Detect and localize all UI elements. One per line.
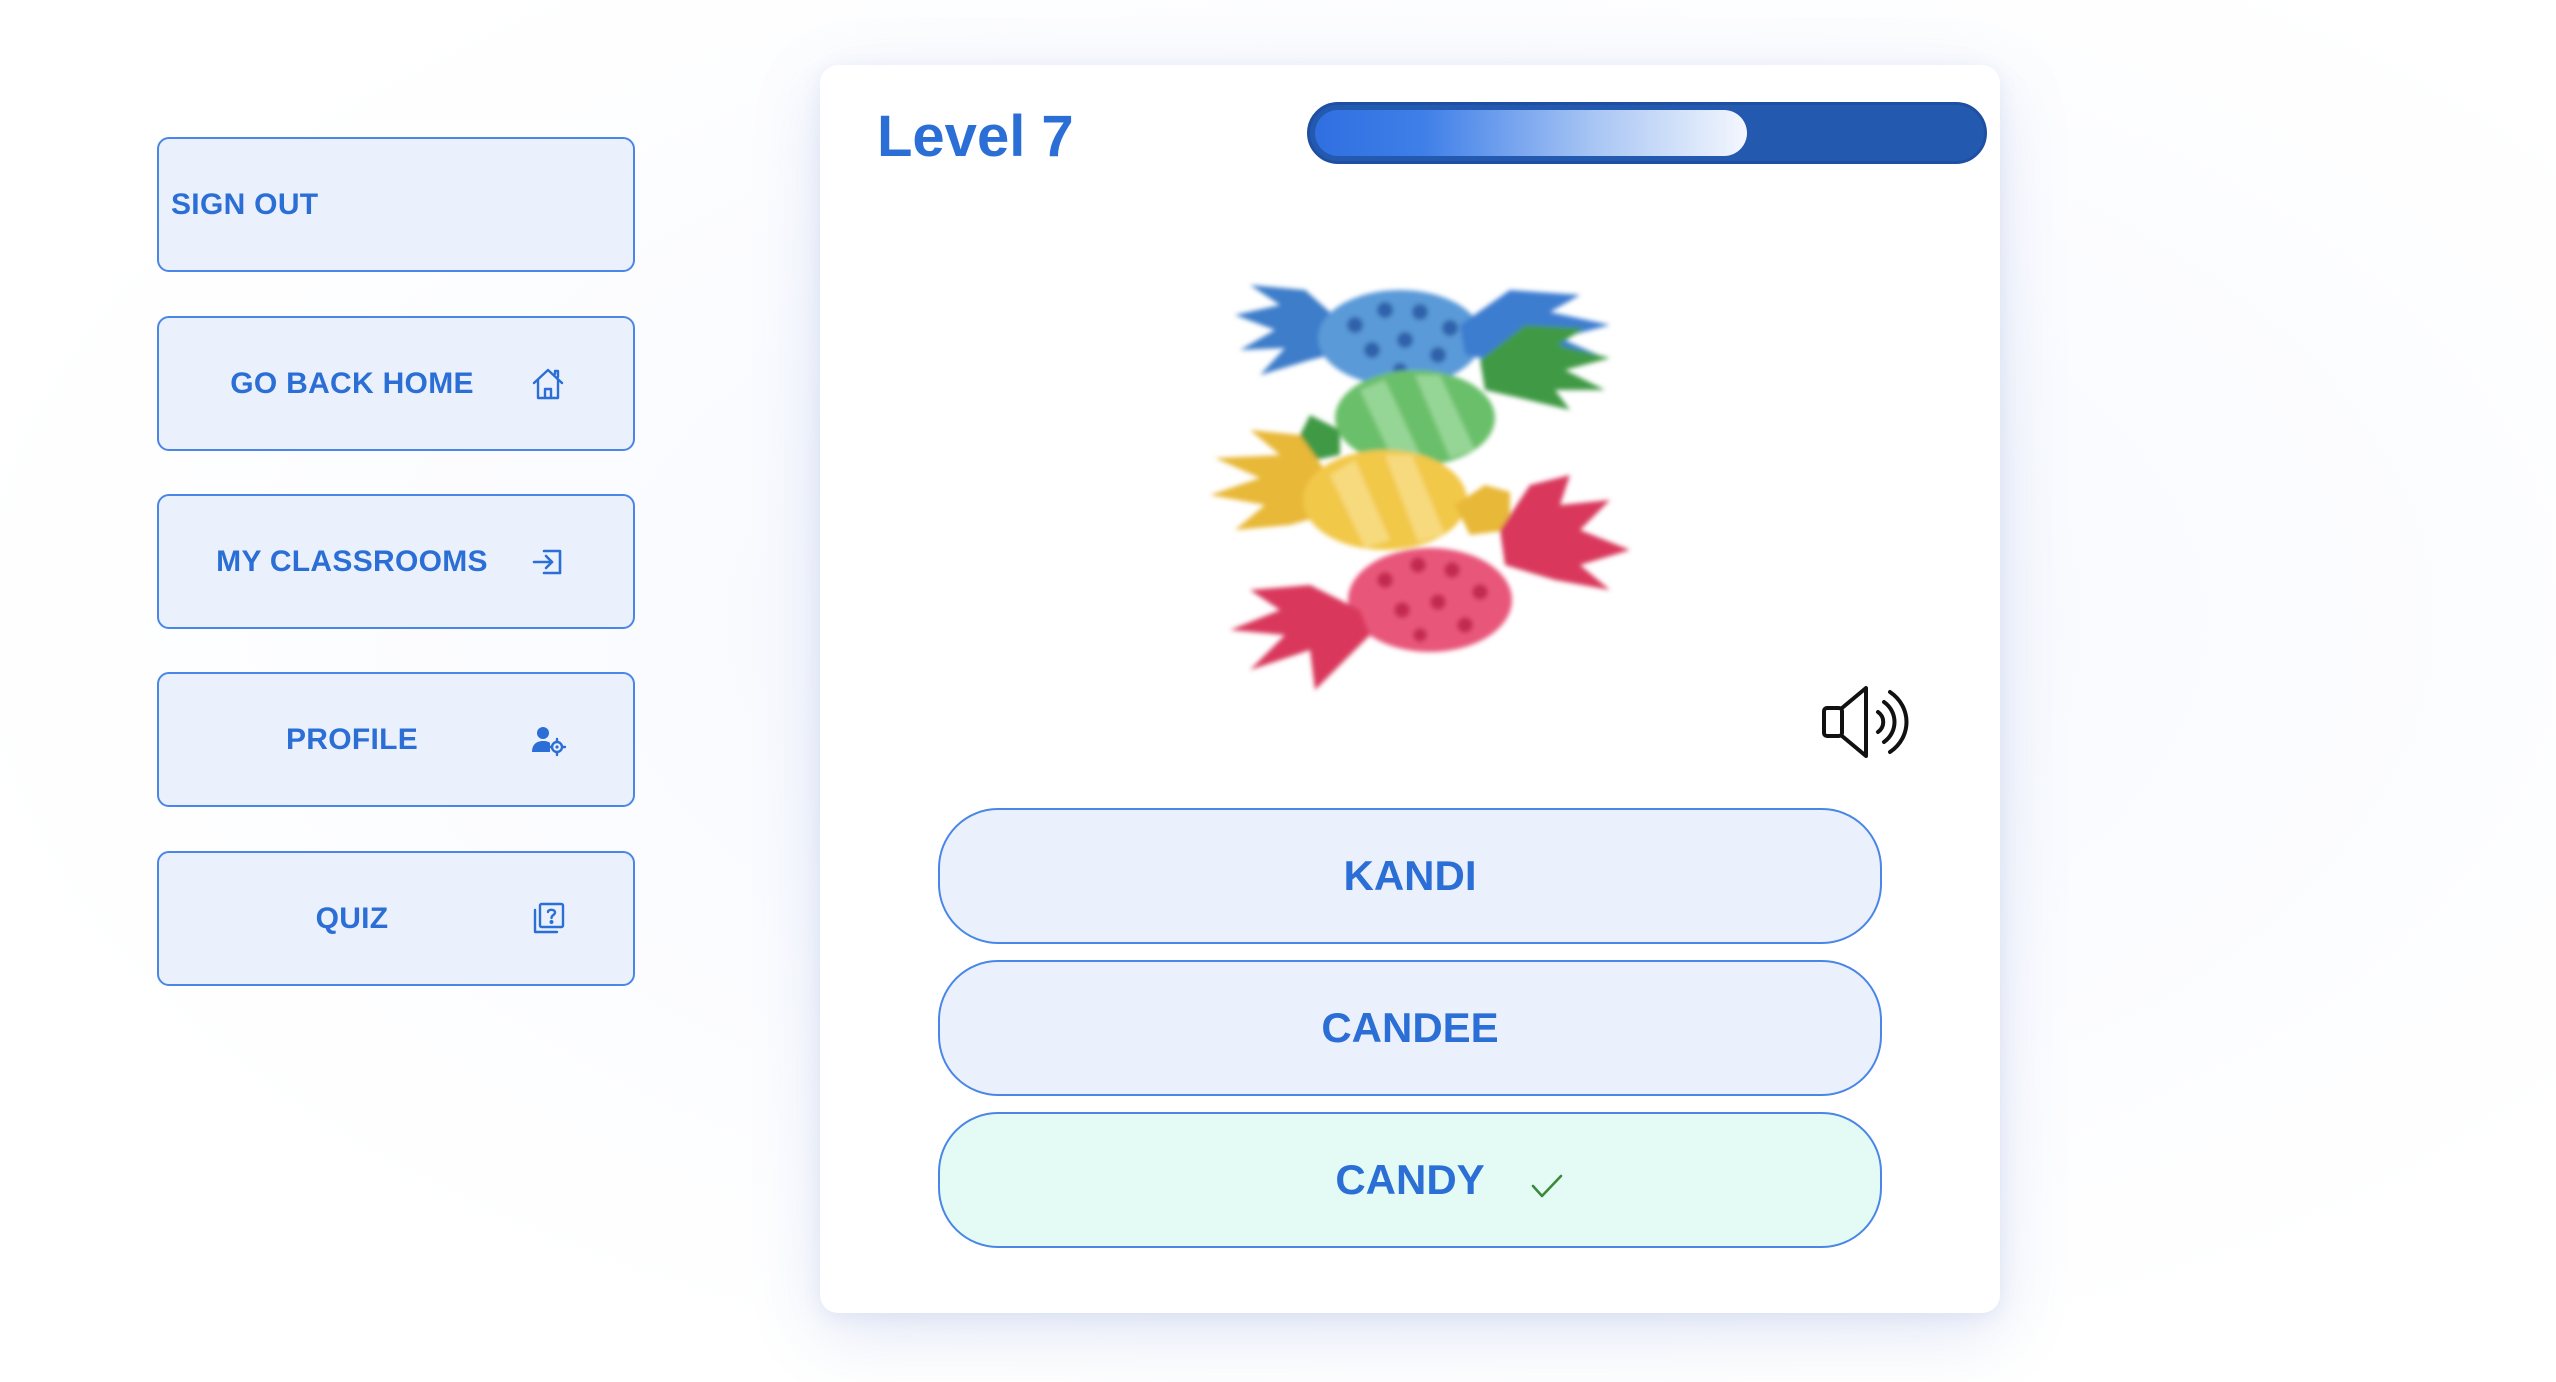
level-title: Level 7 — [877, 104, 1074, 169]
go-back-home-button[interactable]: GO BACK HOME — [157, 316, 635, 451]
my-classrooms-label: MY CLASSROOMS — [216, 544, 488, 578]
profile-button[interactable]: PROFILE — [157, 672, 635, 807]
answer-label: CANDEE — [1321, 1004, 1499, 1051]
profile-label: PROFILE — [285, 722, 419, 756]
sign-out-button[interactable]: SIGN OUT — [157, 137, 635, 272]
level-progress-fill — [1315, 110, 1747, 156]
quiz-page: SIGN OUT GO BACK HOME MY CLASSROOMS PROF… — [0, 0, 2556, 1382]
check-icon — [1530, 1172, 1564, 1200]
go-back-home-label: GO BACK HOME — [230, 366, 474, 400]
user-settings-icon — [528, 720, 568, 760]
sign-in-icon — [528, 542, 568, 582]
answer-option-candee[interactable]: CANDEE — [938, 960, 1882, 1096]
home-icon — [528, 364, 568, 404]
sign-out-label: SIGN OUT — [171, 187, 319, 221]
my-classrooms-button[interactable]: MY CLASSROOMS — [157, 494, 635, 629]
answer-label: CANDY — [1335, 1156, 1485, 1203]
candy-image — [1140, 230, 1710, 800]
quiz-label: QUIZ — [315, 901, 389, 935]
quiz-icon — [528, 899, 568, 939]
answer-label: KANDI — [1343, 852, 1477, 899]
quiz-button[interactable]: QUIZ — [157, 851, 635, 986]
speaker-icon[interactable] — [1820, 682, 1920, 762]
quiz-card: Level 7 KANDI CANDEE CANDY — [820, 65, 2000, 1313]
level-progress-bar — [1307, 102, 1987, 164]
answer-option-candy[interactable]: CANDY — [938, 1112, 1882, 1248]
answer-option-kandi[interactable]: KANDI — [938, 808, 1882, 944]
